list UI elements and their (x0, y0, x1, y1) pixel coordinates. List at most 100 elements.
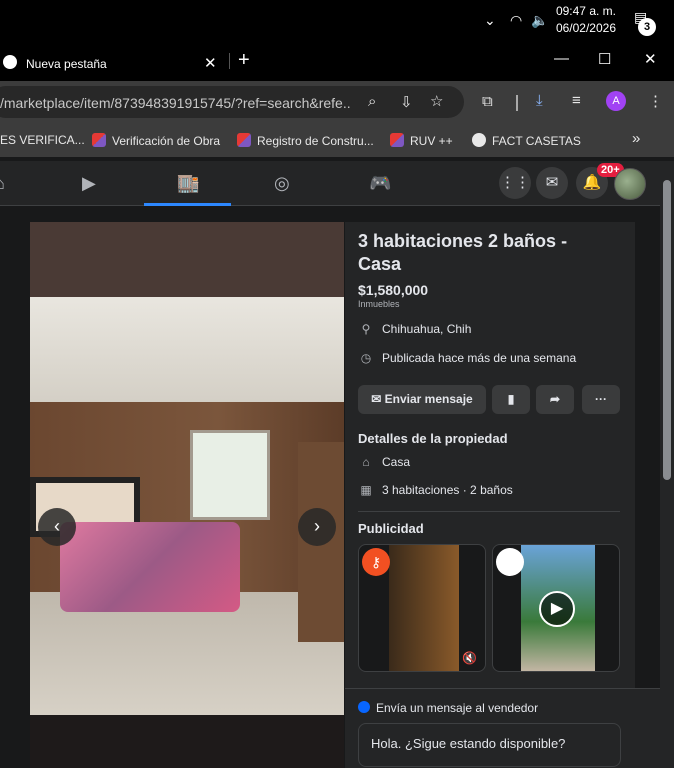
scrollbar-thumb[interactable] (663, 180, 671, 480)
install-app-icon[interactable]: ⇩ (400, 93, 413, 111)
messenger-icon: ✉ (371, 392, 385, 406)
ads-heading: Publicidad (358, 521, 424, 536)
bookmarks-bar: ES VERIFICA... Verificación de Obra Regi… (0, 123, 674, 157)
bookmark-icon: ▮ (507, 392, 515, 406)
location-text: Chihuahua, Chih (382, 322, 472, 336)
next-photo-button[interactable]: › (298, 508, 336, 546)
bookmark-label: Registro de Constru... (257, 134, 374, 148)
ruv-icon (237, 133, 251, 147)
clock-time: 09:47 a. m. (555, 4, 616, 18)
download-icon[interactable]: ⤓ (536, 92, 543, 109)
home-icon[interactable]: ⌂ (0, 173, 5, 194)
chrome-icon (3, 55, 17, 69)
bookmark-label: RUV ++ (410, 134, 453, 148)
toolbar-separator (516, 95, 518, 111)
wifi-icon[interactable]: ◠ (510, 12, 522, 29)
facebook-nav-bar: ⌂ ▶ 🏬 ◎ 🎮 ⋮⋮ ✉ 🔔 (0, 161, 660, 206)
published-text: Publicada hace más de una semana (382, 351, 577, 365)
system-taskbar: ⌄ ◠ 🔈 09:47 a. m. 06/02/2026 ▤ 3 (0, 0, 674, 41)
section-divider (358, 511, 620, 512)
message-input[interactable]: Hola. ¿Sigue estando disponible? (358, 723, 621, 767)
clock-icon: ◷ (360, 351, 372, 365)
rooms-row: ▦ 3 habitaciones · 2 baños (358, 483, 513, 497)
close-tab-icon[interactable]: ✕ (204, 54, 217, 72)
message-seller-panel: Envía un mensaje al vendedor Hola. ¿Sigu… (345, 688, 660, 768)
send-message-label: Enviar mensaje (384, 392, 473, 406)
listing-title: 3 habitaciones 2 baños - Casa (358, 231, 568, 274)
listing-details-panel: 3 habitaciones 2 baños - Casa $1,580,000… (345, 222, 635, 768)
ad-brand-icon: ⚷ (362, 548, 390, 576)
bookmark-item[interactable]: FACT CASETAS (472, 133, 581, 148)
details-heading: Detalles de la propiedad (358, 431, 508, 446)
system-clock[interactable]: 09:47 a. m. 06/02/2026 (556, 3, 616, 37)
account-avatar[interactable] (614, 168, 646, 200)
ruv-icon (390, 133, 404, 147)
ad-card[interactable]: ⚷ 🔇 (358, 544, 486, 672)
minimize-button[interactable]: — (554, 50, 569, 67)
address-bar[interactable]: /marketplace/item/873948391915745/?ref=s… (0, 86, 464, 118)
browser-tab[interactable]: Nueva pestaña ✕ (0, 45, 230, 81)
house-icon: ⌂ (362, 455, 370, 469)
media-control-icon[interactable]: ≡ (572, 92, 581, 109)
bookmarks-overflow-button[interactable]: » (632, 130, 640, 147)
previous-photo-button[interactable]: ‹ (38, 508, 76, 546)
building-icon: ▦ (360, 483, 372, 497)
more-options-button[interactable]: ··· (582, 385, 620, 414)
browser-toolbar: /marketplace/item/873948391915745/?ref=s… (0, 81, 674, 123)
volume-icon[interactable]: 🔈 (531, 12, 548, 29)
profile-avatar[interactable]: A (606, 91, 626, 111)
rooms-text: 3 habitaciones · 2 baños (382, 483, 513, 497)
mute-icon[interactable]: 🔇 (462, 651, 477, 665)
message-header: Envía un mensaje al vendedor (358, 701, 538, 715)
location-row[interactable]: ⚲ Chihuahua, Chih (358, 322, 472, 336)
menu-grid-button[interactable]: ⋮⋮ (499, 167, 531, 199)
close-window-button[interactable]: ✕ (644, 50, 657, 68)
save-button[interactable]: ▮ (492, 385, 530, 414)
ad-card[interactable]: ▶ (492, 544, 620, 672)
messenger-icon (358, 701, 370, 713)
send-message-button[interactable]: ✉ Enviar mensaje (358, 385, 486, 414)
bookmark-label: Verificación de Obra (112, 134, 221, 148)
messenger-button[interactable]: ✉ (536, 167, 568, 199)
gaming-icon[interactable]: 🎮 (369, 173, 391, 194)
property-type-text: Casa (382, 455, 411, 469)
tab-title: Nueva pestaña (26, 57, 107, 71)
ad-brand-logo (496, 548, 524, 576)
photo-window (190, 430, 270, 520)
ruv-icon (92, 133, 106, 147)
photo-ceiling-shadow (30, 222, 344, 302)
groups-icon[interactable]: ◎ (274, 173, 290, 194)
marketplace-icon[interactable]: 🏬 (177, 173, 199, 194)
more-icon: ··· (595, 392, 607, 406)
notification-badge: 3 (638, 18, 656, 36)
chevron-up-icon[interactable]: ⌄ (484, 12, 496, 29)
new-tab-button[interactable]: + (238, 49, 250, 72)
bookmark-item[interactable]: ES VERIFICA... (0, 133, 85, 147)
bookmark-star-icon[interactable]: ☆ (430, 92, 443, 110)
message-header-text: Envía un mensaje al vendedor (376, 701, 539, 715)
listing-price: $1,580,000 (358, 282, 429, 298)
bookmark-item[interactable]: RUV ++ (390, 133, 453, 148)
tab-divider (229, 53, 230, 69)
photo-next-strip (30, 715, 344, 768)
bookmark-item[interactable]: Registro de Constru... (237, 133, 374, 148)
share-button[interactable]: ➦ (536, 385, 574, 414)
extensions-icon[interactable]: ⧉ (482, 93, 493, 110)
property-type-row: ⌂ Casa (358, 455, 410, 469)
maximize-button[interactable]: ☐ (598, 50, 611, 68)
active-tab-indicator (144, 203, 231, 206)
share-icon: ➦ (549, 392, 561, 406)
clock-date: 06/02/2026 (555, 21, 616, 35)
zoom-icon[interactable]: ⌕ (368, 93, 376, 110)
globe-icon (472, 133, 486, 147)
video-icon[interactable]: ▶ (82, 173, 96, 194)
play-icon[interactable]: ▶ (539, 591, 575, 627)
browser-tab-strip: Nueva pestaña ✕ + — ☐ ✕ (0, 41, 674, 81)
bookmark-item[interactable]: Verificación de Obra (92, 133, 220, 148)
listing-category[interactable]: Inmuebles (358, 299, 400, 309)
more-menu-icon[interactable]: ⋮ (648, 92, 663, 110)
url-text[interactable]: /marketplace/item/873948391915745/?ref=s… (0, 95, 350, 111)
listing-photo[interactable]: ‹ › (30, 222, 344, 768)
published-row: ◷ Publicada hace más de una semana (358, 351, 576, 365)
location-pin-icon: ⚲ (361, 322, 371, 336)
